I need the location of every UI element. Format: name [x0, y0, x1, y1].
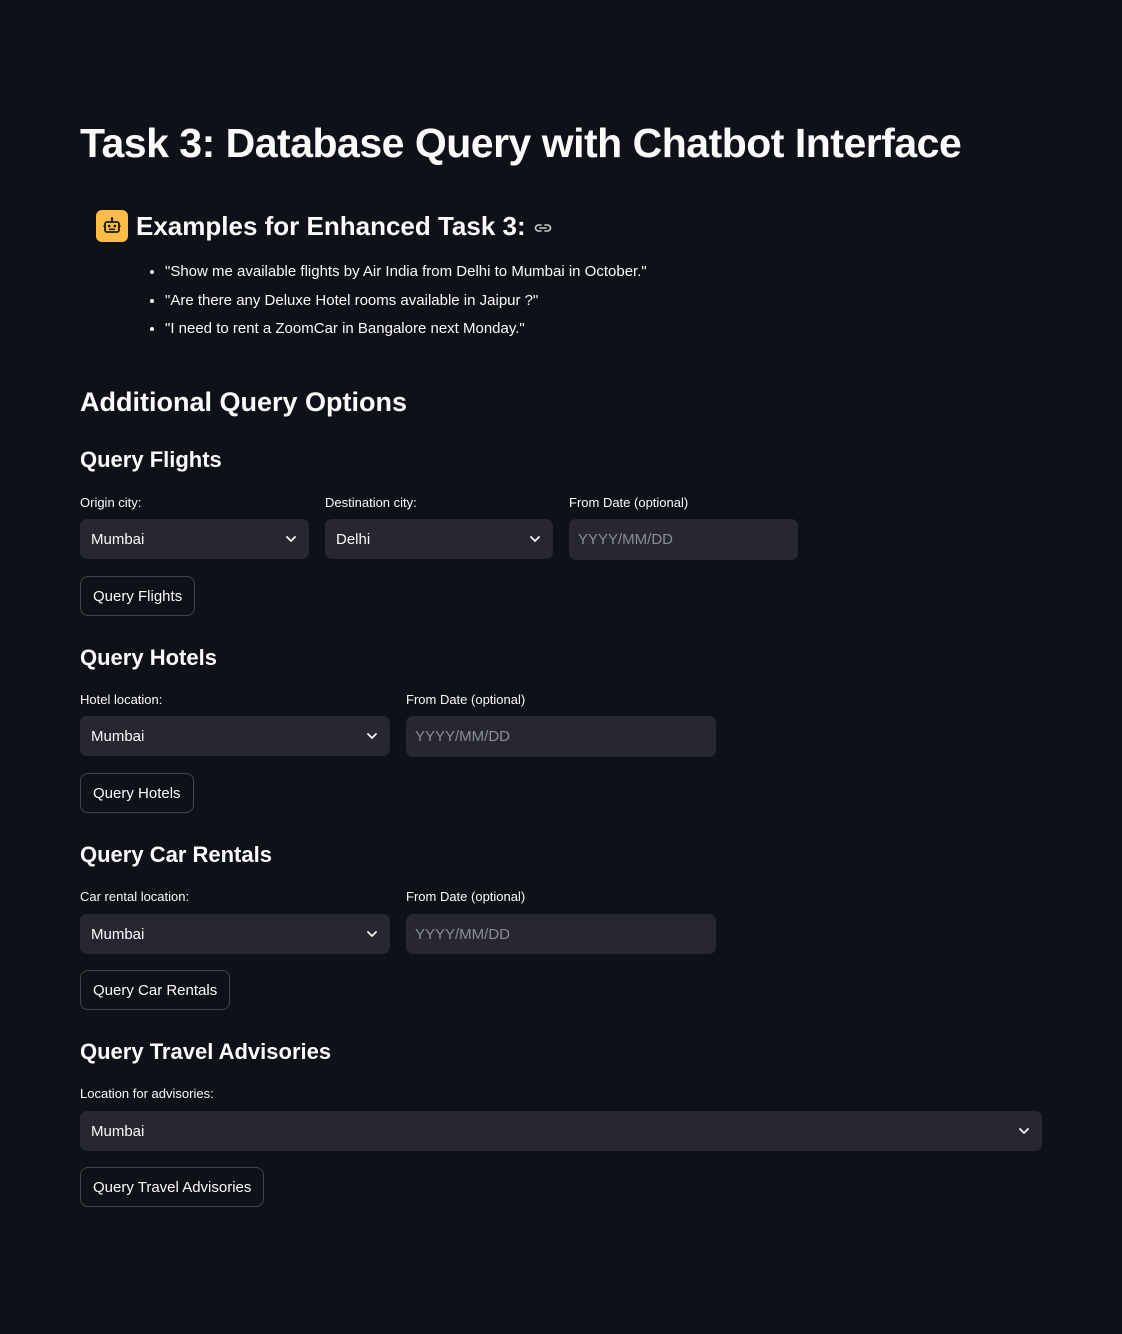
car-rental-location-label: Car rental location:	[80, 889, 190, 904]
flights-date-input[interactable]	[569, 519, 798, 560]
hotels-date-input[interactable]	[406, 716, 716, 757]
query-travel-advisories-button[interactable]: Query Travel Advisories	[80, 1167, 265, 1207]
destination-city-value: Delhi	[336, 530, 371, 548]
travel-advisories-heading: Query Travel Advisories	[80, 1039, 332, 1064]
origin-city-label: Origin city:	[80, 495, 142, 510]
hotel-location-label: Hotel location:	[80, 692, 163, 707]
hotel-location-select[interactable]: Mumbai	[80, 716, 390, 756]
flights-heading: Query Flights	[80, 447, 222, 472]
query-hotels-button[interactable]: Query Hotels	[80, 773, 194, 813]
examples-list: "Show me available flights by Air India …	[136, 258, 647, 344]
origin-city-select[interactable]: Mumbai	[80, 519, 309, 559]
destination-city-select[interactable]: Delhi	[325, 519, 553, 559]
example-item: "Show me available flights by Air India …	[165, 258, 647, 287]
chevron-down-icon	[365, 927, 379, 941]
hotels-heading: Query Hotels	[80, 645, 217, 670]
flights-date-label: From Date (optional)	[569, 495, 689, 510]
cars-date-label: From Date (optional)	[406, 889, 526, 904]
destination-city-label: Destination city:	[325, 495, 417, 510]
chevron-down-icon	[365, 729, 379, 743]
additional-options-heading: Additional Query Options	[80, 387, 408, 417]
cars-date-input[interactable]	[406, 914, 716, 954]
link-icon[interactable]	[534, 222, 552, 234]
car-rental-location-value: Mumbai	[91, 925, 145, 943]
page-title: Task 3: Database Query with Chatbot Inte…	[80, 120, 962, 166]
examples-title: Examples for Enhanced Task 3:	[136, 211, 526, 241]
chevron-down-icon	[284, 532, 298, 546]
robot-icon	[96, 210, 128, 242]
app-page: Task 3: Database Query with Chatbot Inte…	[0, 0, 1122, 1334]
car-rentals-heading: Query Car Rentals	[80, 842, 272, 867]
hotel-location-value: Mumbai	[91, 727, 145, 745]
example-item: "Are there any Deluxe Hotel rooms availa…	[165, 287, 647, 316]
hotels-date-label: From Date (optional)	[406, 692, 526, 707]
advisories-location-select[interactable]: Mumbai	[80, 1111, 1042, 1151]
examples-header: Examples for Enhanced Task 3:	[96, 200, 552, 252]
chevron-down-icon	[528, 532, 542, 546]
advisories-location-value: Mumbai	[91, 1122, 145, 1140]
origin-city-value: Mumbai	[91, 530, 145, 548]
car-rental-location-select[interactable]: Mumbai	[80, 914, 390, 954]
advisories-location-label: Location for advisories:	[80, 1086, 214, 1101]
example-item: "I need to rent a ZoomCar in Bangalore n…	[165, 315, 647, 344]
query-car-rentals-button[interactable]: Query Car Rentals	[80, 970, 231, 1010]
chevron-down-icon	[1017, 1124, 1031, 1138]
query-flights-button[interactable]: Query Flights	[80, 576, 196, 616]
